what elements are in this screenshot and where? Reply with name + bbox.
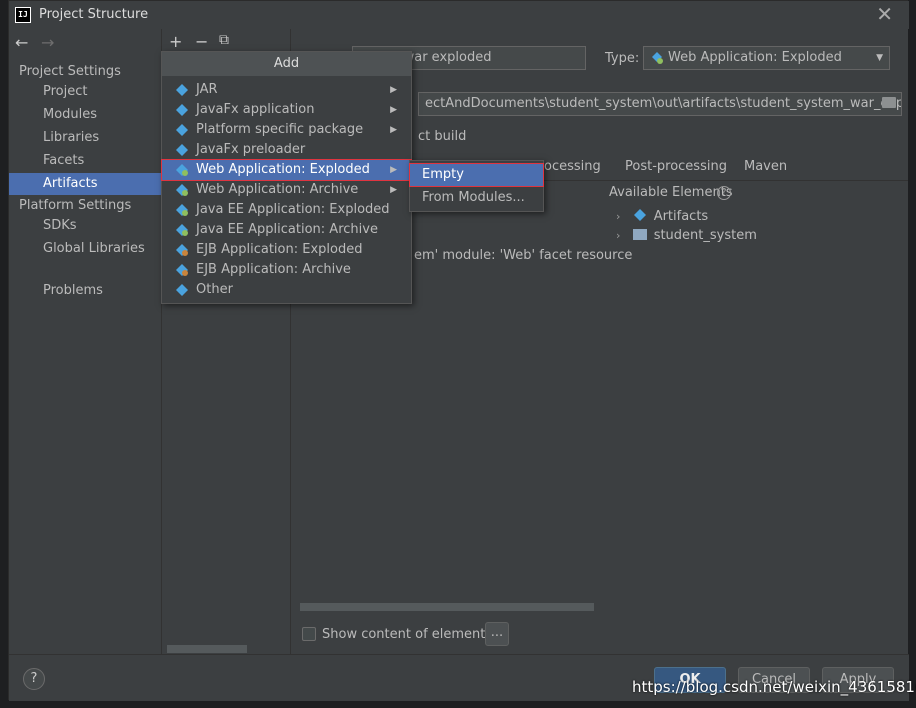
- submenu-arrow-icon: ▶: [390, 185, 397, 195]
- menu-item-label: EJB Application: Exploded: [196, 242, 363, 257]
- tree-item-label: Artifacts: [653, 209, 709, 224]
- output-layout-item[interactable]: em' module: 'Web' facet resource: [414, 248, 632, 263]
- intellij-logo-icon: IJ: [15, 7, 31, 23]
- add-menu-title: Add: [162, 52, 411, 76]
- tree-item-student-system[interactable]: › student_system: [616, 228, 757, 243]
- sidebar-item-sdks[interactable]: SDKs: [9, 215, 162, 237]
- artifact-type-icon: [176, 204, 188, 216]
- include-build-label: ct build: [418, 129, 467, 144]
- sidebar-item-artifacts[interactable]: Artifacts: [9, 173, 162, 195]
- add-icon[interactable]: +: [169, 32, 182, 51]
- artifact-type-icon: [176, 84, 188, 96]
- menu-item[interactable]: EJB Application: Exploded: [162, 240, 411, 260]
- artifact-type-icon: [176, 244, 188, 256]
- menu-item-label: Java EE Application: Exploded: [196, 202, 390, 217]
- window-title: Project Structure: [39, 7, 149, 22]
- menu-item[interactable]: Java EE Application: Archive: [162, 220, 411, 240]
- chevron-right-icon: ›: [616, 210, 621, 223]
- type-select[interactable]: Web Application: Exploded ▼: [643, 46, 890, 70]
- add-artifact-menu: Add JAR ▶ JavaFx application ▶ Platform spec…: [161, 51, 412, 304]
- show-content-label: Show content of elements: [322, 627, 493, 642]
- menu-item[interactable]: JavaFx preloader: [162, 140, 411, 160]
- folder-icon[interactable]: [882, 97, 896, 108]
- menu-item[interactable]: JavaFx application ▶: [162, 100, 411, 120]
- artifact-type-icon: [176, 284, 188, 296]
- module-folder-icon: [632, 229, 647, 240]
- help-button[interactable]: ?: [23, 668, 45, 690]
- web-app-icon: [652, 52, 663, 64]
- tree-item-artifacts[interactable]: › Artifacts: [616, 208, 708, 224]
- tab-postprocessing[interactable]: Post-processing: [625, 159, 727, 174]
- menu-item-label: JavaFx preloader: [196, 142, 306, 157]
- artifacts-icon: [633, 209, 646, 221]
- menu-item-label: Web Application: Exploded: [196, 162, 370, 177]
- sidebar-item-global-libraries[interactable]: Global Libraries: [9, 238, 162, 260]
- menu-item-label: JAR: [196, 82, 218, 97]
- sidebar-item-problems[interactable]: Problems: [9, 280, 162, 302]
- menu-item-label: JavaFx application: [196, 102, 315, 117]
- help-circle-icon[interactable]: ?: [717, 186, 731, 200]
- artifact-type-icon: [176, 144, 188, 156]
- horizontal-scrollbar[interactable]: [167, 645, 247, 653]
- artifact-type-icon: [176, 124, 188, 136]
- type-label: Type:: [605, 51, 640, 66]
- menu-item[interactable]: Platform specific package ▶: [162, 120, 411, 140]
- artifact-type-icon: [176, 184, 188, 196]
- submenu-arrow-icon: ▶: [390, 125, 397, 135]
- title-bar: IJ Project Structure ✕: [9, 1, 909, 29]
- tree-item-label: student_system: [653, 228, 757, 243]
- copy-icon[interactable]: ⧉: [219, 32, 229, 48]
- menu-item-label: Java EE Application: Archive: [196, 222, 378, 237]
- menu-item[interactable]: Web Application: Exploded ▶: [161, 159, 412, 181]
- artifact-type-icon: [176, 224, 188, 236]
- platform-settings-heading: Platform Settings: [19, 198, 132, 213]
- submenu-arrow-icon: ▶: [390, 105, 397, 115]
- web-exploded-submenu: Empty From Modules...: [409, 160, 544, 212]
- show-content-checkbox[interactable]: [302, 627, 316, 641]
- back-arrow-icon[interactable]: ←: [15, 33, 28, 52]
- ellipsis-button[interactable]: ...: [485, 622, 509, 646]
- submenu-item-from-modules[interactable]: From Modules...: [410, 187, 543, 209]
- close-icon[interactable]: ✕: [876, 3, 893, 25]
- project-settings-heading: Project Settings: [19, 64, 121, 79]
- watermark-text: https://blog.csdn.net/weixin_43615816: [632, 678, 916, 696]
- menu-item[interactable]: Other: [162, 280, 411, 300]
- chevron-down-icon: ▼: [876, 53, 883, 63]
- submenu-arrow-icon: ▶: [390, 85, 397, 95]
- sidebar: ← → Project Settings Project Modules Lib…: [9, 29, 162, 654]
- remove-icon[interactable]: −: [195, 32, 208, 51]
- menu-item-label: EJB Application: Archive: [196, 262, 351, 277]
- menu-item[interactable]: JAR ▶: [162, 80, 411, 100]
- menu-item-label: Other: [196, 282, 233, 297]
- sidebar-item-libraries[interactable]: Libraries: [9, 127, 162, 149]
- sidebar-item-modules[interactable]: Modules: [9, 104, 162, 126]
- menu-item[interactable]: Java EE Application: Exploded: [162, 200, 411, 220]
- menu-item-label: Web Application: Archive: [196, 182, 359, 197]
- menu-item[interactable]: EJB Application: Archive: [162, 260, 411, 280]
- chevron-right-icon: ›: [616, 229, 621, 242]
- sidebar-item-facets[interactable]: Facets: [9, 150, 162, 172]
- tab-maven[interactable]: Maven: [744, 159, 787, 174]
- sidebar-item-project[interactable]: Project: [9, 81, 162, 103]
- artifact-type-icon: [176, 164, 188, 176]
- menu-item[interactable]: Web Application: Archive ▶: [162, 180, 411, 200]
- menu-item-label: Platform specific package: [196, 122, 364, 137]
- artifact-type-icon: [176, 104, 188, 116]
- type-select-value: Web Application: Exploded: [668, 50, 842, 65]
- available-elements-label: Available Elements: [609, 185, 733, 200]
- output-directory-input[interactable]: ectAndDocuments\student_system\out\artif…: [418, 92, 902, 116]
- submenu-arrow-icon: ▶: [390, 165, 397, 175]
- forward-arrow-icon[interactable]: →: [41, 33, 54, 52]
- project-structure-dialog: IJ Project Structure ✕ ← → Project Setti…: [8, 0, 909, 701]
- horizontal-scrollbar[interactable]: [300, 603, 594, 611]
- submenu-item-empty[interactable]: Empty: [409, 163, 544, 187]
- tab-preprocessing[interactable]: ocessing: [544, 159, 601, 174]
- artifact-type-icon: [176, 264, 188, 276]
